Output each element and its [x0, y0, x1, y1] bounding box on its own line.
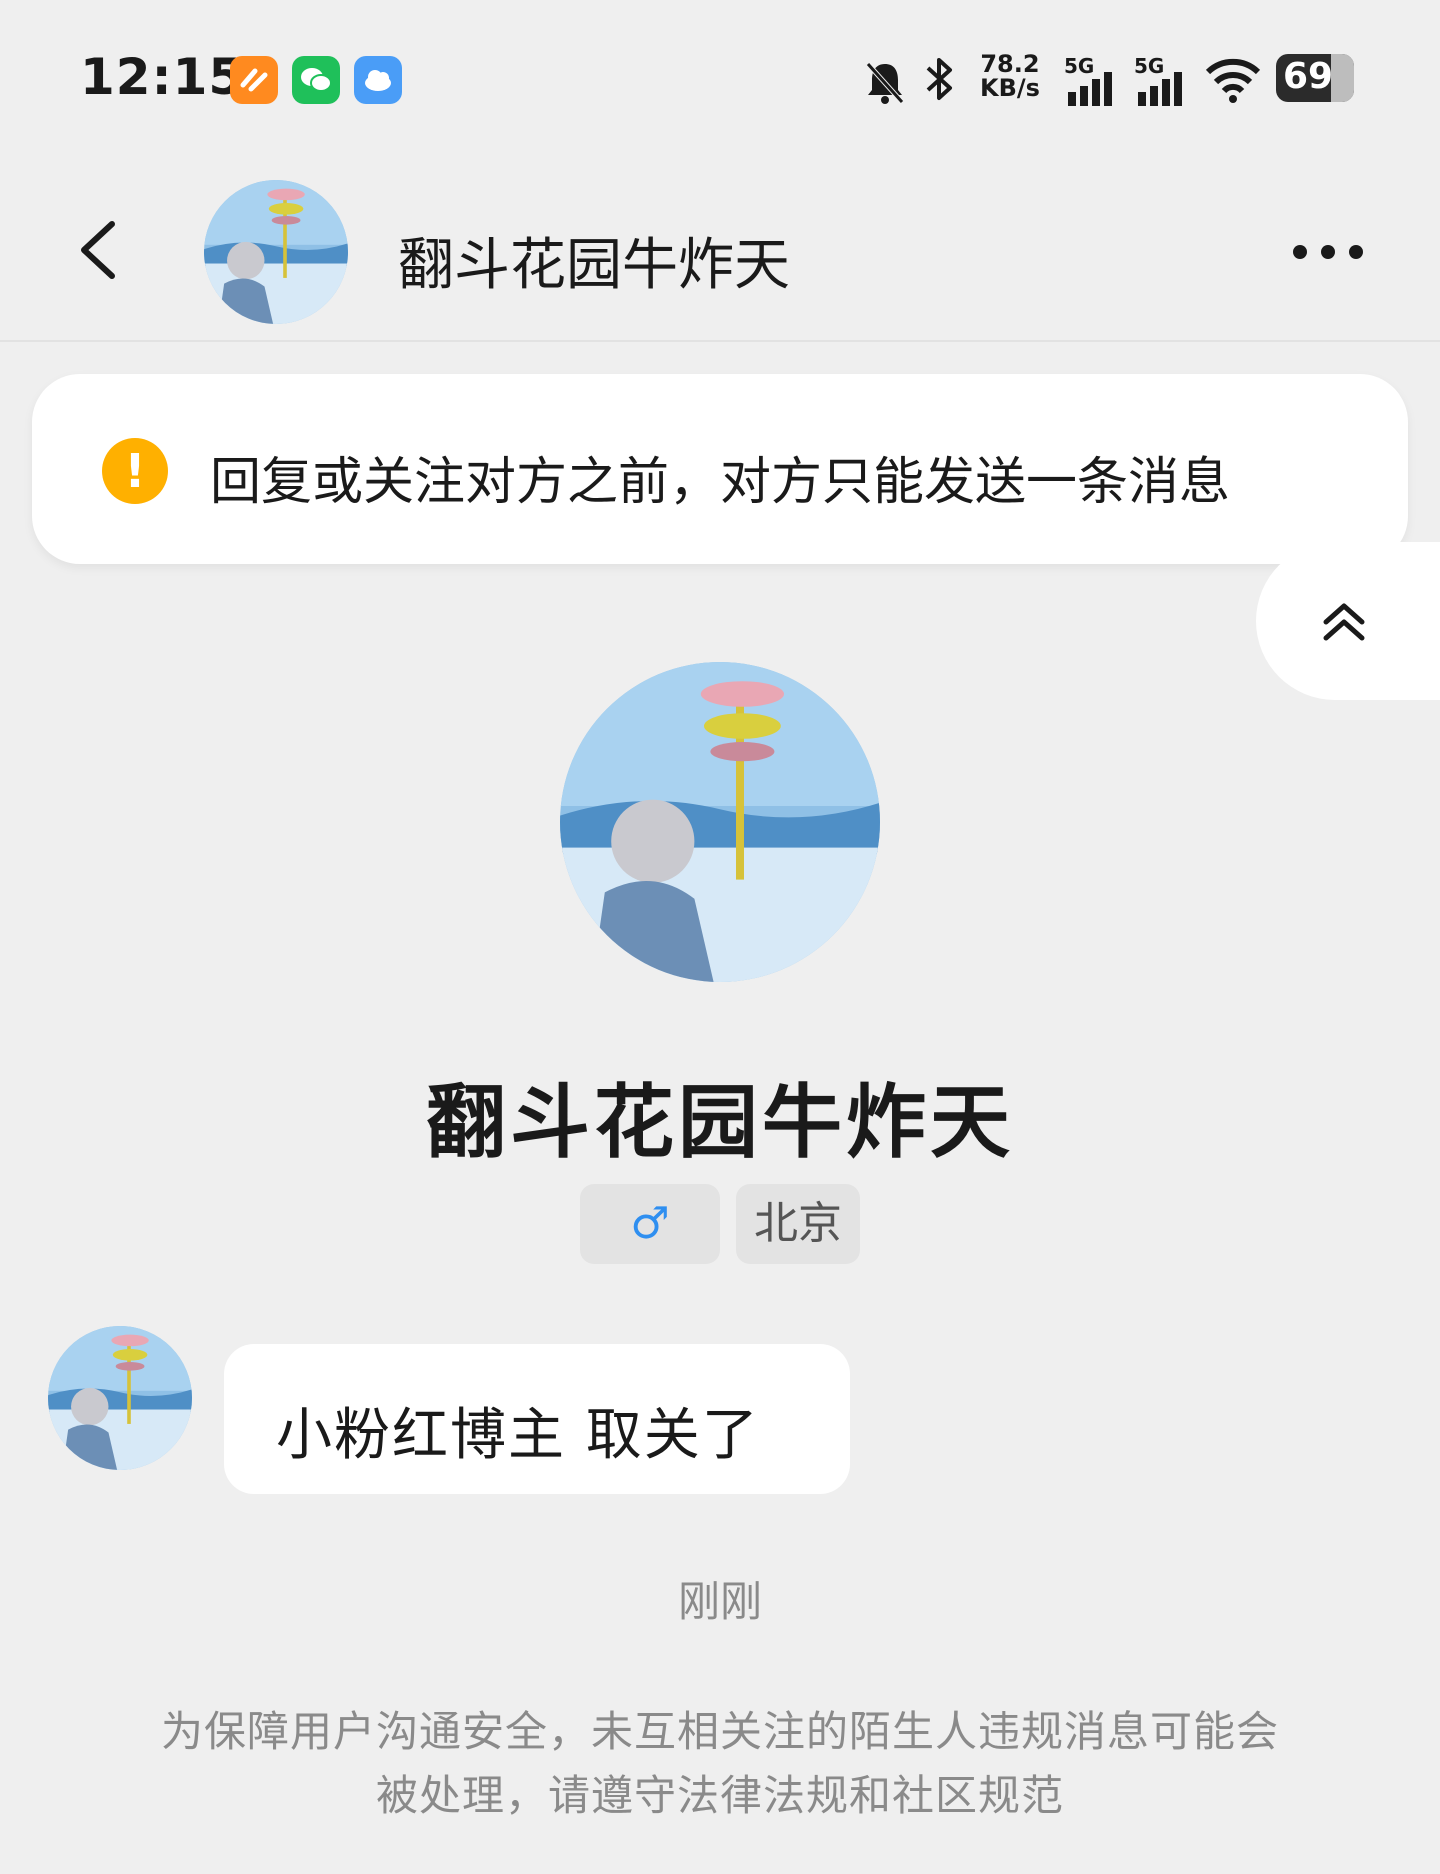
profile-avatar[interactable] [560, 662, 880, 982]
avatar-image [560, 662, 880, 982]
gender-tag: ♂ [580, 1184, 720, 1264]
double-chevron-up-icon [1323, 603, 1365, 641]
speed-unit: KB/s [980, 74, 1040, 102]
bluetooth-icon [920, 54, 958, 108]
status-time: 12:15 [80, 48, 245, 106]
mute-bell-icon [862, 58, 908, 110]
header-avatar[interactable] [204, 180, 348, 324]
avatar-image [48, 1326, 192, 1470]
signal-icon [1068, 72, 1112, 106]
back-button[interactable] [60, 210, 140, 290]
weather-icon [354, 56, 402, 104]
network-speed: 78.2 KB/s [980, 52, 1040, 100]
message-timestamp: 刚刚 [677, 1577, 762, 1626]
signal-1: 5G [1064, 54, 1120, 106]
message-text: 小粉红博主 取关了 [276, 1403, 760, 1468]
profile-name: 翻斗花园牛炸天 [426, 1076, 1014, 1169]
warning-icon: ! [102, 438, 168, 504]
signal-2: 5G [1134, 54, 1190, 106]
app-orange-icon [230, 56, 278, 104]
battery-icon: 69 [1276, 54, 1354, 102]
more-button[interactable] [1280, 222, 1380, 282]
more-dots-icon [1293, 245, 1363, 259]
status-bar: 12:15 78.2 KB/s 5G 5G 69 [0, 0, 1440, 140]
scroll-up-button[interactable] [1256, 542, 1440, 700]
avatar-image [204, 180, 348, 324]
speed-value: 78.2 [980, 50, 1040, 78]
chevron-left-icon [81, 221, 115, 279]
chat-title: 翻斗花园牛炸天 [398, 233, 790, 298]
message-avatar[interactable] [48, 1326, 192, 1470]
notice-text: 回复或关注对方之前，对方只能发送一条消息 [210, 453, 1231, 512]
signal-icon [1138, 72, 1182, 106]
wifi-icon [1204, 56, 1262, 108]
wechat-icon [292, 56, 340, 104]
battery-level: 69 [1282, 56, 1334, 97]
city-tag: 北京 [736, 1184, 860, 1264]
safety-notice: 为保障用户沟通安全，未互相关注的陌生人违规消息可能会被处理，请遵守法律法规和社区… [160, 1707, 1279, 1820]
